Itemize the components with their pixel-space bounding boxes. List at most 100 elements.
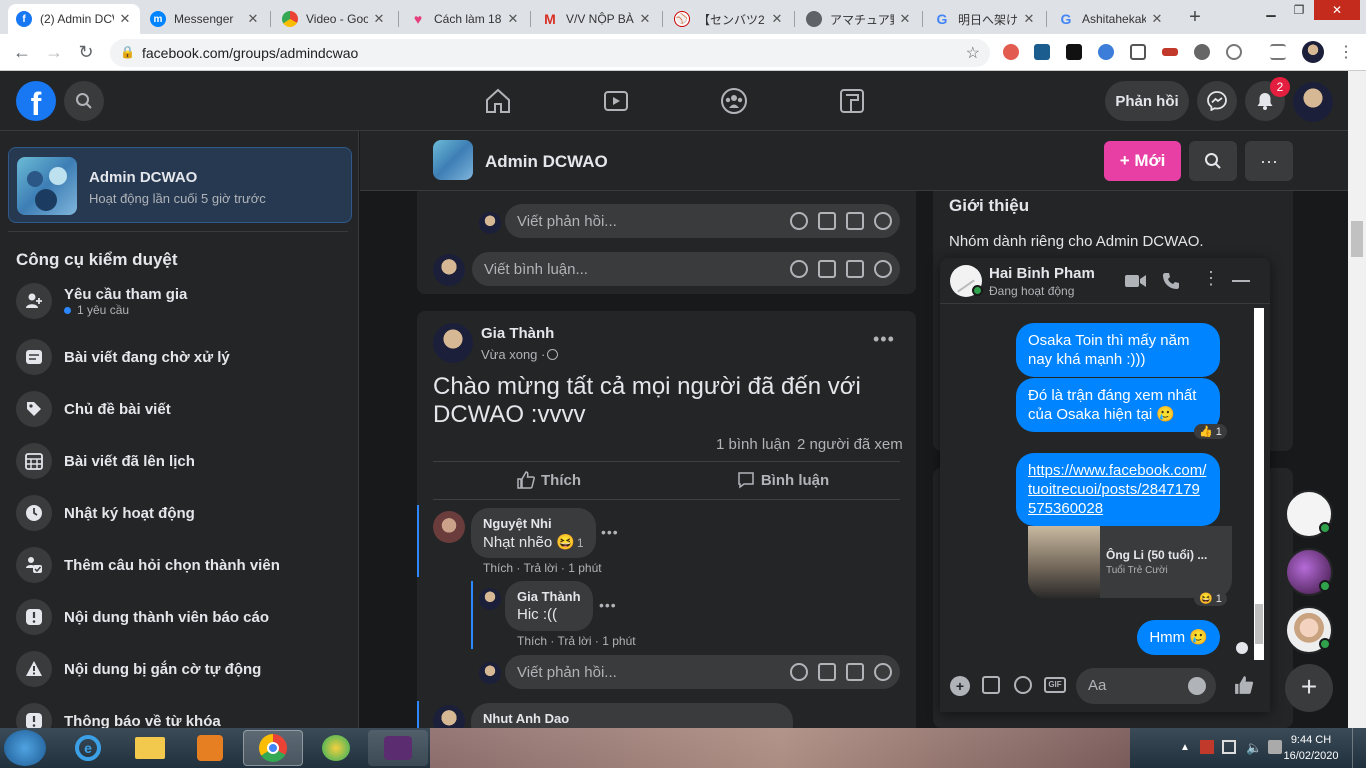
extension-icon[interactable] [1226, 44, 1242, 60]
comment-button[interactable]: Bình luận [667, 463, 899, 497]
comment-count[interactable]: 1 bình luận [716, 436, 790, 453]
group-title[interactable]: Admin DCWAO [485, 152, 608, 172]
close-tab-icon[interactable]: ✕ [246, 11, 260, 27]
reading-list-icon[interactable] [1270, 44, 1286, 60]
sidebar-item-member-reported[interactable]: Nội dung thành viên báo cáo [16, 597, 346, 637]
emoji-icon[interactable] [1188, 677, 1206, 695]
extension-icon[interactable] [1003, 44, 1019, 60]
sidebar-item-join-requests[interactable]: Yêu cầu tham gia 1 yêu cầu [16, 281, 346, 321]
group-search-button[interactable] [1189, 141, 1237, 181]
new-tab-button[interactable]: + [1184, 6, 1206, 28]
extension-icon[interactable] [1130, 44, 1146, 60]
groups-icon[interactable] [720, 87, 748, 115]
commenter-name[interactable]: Gia Thành [517, 589, 581, 604]
comment-actions[interactable]: Thích · Trả lời · 1 phút [517, 634, 636, 648]
facebook-logo[interactable]: f [16, 81, 56, 121]
close-tab-icon[interactable]: ✕ [1022, 11, 1036, 27]
tab-amateur[interactable]: アマチュア野 ✕ [798, 4, 920, 34]
tab-senbatsu[interactable]: ⚾ 【センバツ2 ✕ [666, 4, 792, 34]
chat-scrollbar[interactable] [1254, 308, 1264, 660]
group-avatar[interactable] [433, 140, 473, 180]
tray-flag-icon[interactable] [1222, 740, 1236, 754]
reply-input[interactable]: Viết phản hồi... [505, 204, 900, 238]
sidebar-item-pending-posts[interactable]: Bài viết đang chờ xử lý [16, 337, 346, 377]
comment-options-button[interactable]: ••• [599, 597, 617, 613]
tab-google-ashitahe[interactable]: G 明日へ架け ✕ [926, 4, 1044, 34]
tab-cach-lam[interactable]: ♥ Cách làm 18 ✕ [402, 4, 528, 34]
search-button[interactable] [64, 81, 104, 121]
show-desktop-button[interactable] [1352, 728, 1366, 768]
post-author[interactable]: Gia Thành [481, 325, 554, 342]
author-avatar[interactable] [433, 323, 473, 363]
tray-network-icon[interactable] [1200, 740, 1214, 754]
chat-link-message[interactable]: https://www.facebook.com/tuoitrecuoi/pos… [1016, 453, 1220, 526]
message-reaction[interactable]: 😆 1 [1194, 591, 1227, 606]
phone-call-icon[interactable] [1162, 272, 1180, 290]
post-options-button[interactable]: ••• [873, 329, 895, 350]
extension-icon[interactable] [1034, 44, 1050, 60]
bookmark-star-icon[interactable]: ☆ [966, 43, 980, 63]
close-tab-icon[interactable]: ✕ [638, 11, 652, 27]
tab-gmail[interactable]: M V/V NỘP BÀI ✕ [534, 4, 660, 34]
close-tab-icon[interactable]: ✕ [898, 11, 912, 27]
close-tab-icon[interactable]: ✕ [1150, 11, 1164, 27]
reload-button[interactable]: ↻ [74, 40, 98, 64]
sidebar-item-post-topics[interactable]: Chủ đề bài viết [16, 389, 346, 429]
page-scrollbar-thumb[interactable] [1351, 221, 1363, 257]
extension-icon[interactable] [1066, 44, 1082, 60]
sidebar-item-member-questions[interactable]: Thêm câu hỏi chọn thành viên [16, 545, 346, 585]
forward-button[interactable]: → [42, 40, 66, 64]
commenter-avatar[interactable] [479, 588, 501, 610]
tray-expand-icon[interactable]: ▲ [1180, 742, 1190, 753]
minimize-window-button[interactable]: ▁ [1258, 0, 1284, 20]
start-button[interactable] [4, 730, 46, 766]
restore-window-button[interactable]: ❐ [1286, 0, 1312, 20]
commenter-avatar[interactable] [433, 511, 465, 543]
url-text[interactable]: facebook.com/groups/admindcwao [142, 45, 358, 61]
taskbar-ie-icon[interactable]: e [58, 730, 118, 766]
photo-icon[interactable] [982, 676, 1000, 694]
profile-avatar[interactable] [1293, 82, 1333, 122]
like-button[interactable]: Thích [433, 463, 665, 497]
view-count[interactable]: 2 người đã xem [797, 436, 903, 453]
comment-actions[interactable]: Thích · Trả lời · 1 phút [483, 561, 602, 575]
extension-icon[interactable] [1162, 48, 1178, 56]
commenter-name[interactable]: Nguyệt Nhi [483, 516, 584, 531]
group-name[interactable]: Admin DCWAO [89, 169, 197, 186]
clock-date[interactable]: 16/02/2020 [1279, 750, 1343, 762]
more-options-button[interactable]: ··· [1245, 141, 1293, 181]
extension-icon[interactable] [1194, 44, 1210, 60]
new-button[interactable]: + Mới [1104, 141, 1181, 181]
reply-input[interactable]: Viết phản hồi... [505, 655, 900, 689]
link-preview-card[interactable]: Ông Li (50 tuổi) ... Tuổi Trẻ Cười [1028, 526, 1232, 598]
close-tab-icon[interactable]: ✕ [506, 11, 520, 27]
chat-contact-name[interactable]: Hai Binh Pham [989, 265, 1095, 282]
minimize-chat-button[interactable] [1232, 280, 1250, 282]
messenger-button[interactable] [1197, 81, 1237, 121]
page-scrollbar[interactable] [1348, 71, 1366, 728]
feedback-button[interactable]: Phản hồi [1105, 81, 1189, 121]
close-tab-icon[interactable]: ✕ [118, 11, 132, 27]
comment-options-button[interactable]: ••• [601, 524, 619, 540]
gif-icon[interactable]: GIF [1044, 677, 1066, 693]
sidebar-item-auto-flagged[interactable]: Nội dung bị gắn cờ tự động [16, 649, 346, 689]
profile-avatar[interactable] [1302, 41, 1324, 63]
close-window-button[interactable]: ✕ [1314, 0, 1360, 20]
sidebar-item-activity-log[interactable]: Nhật ký hoạt động [16, 493, 346, 533]
sidebar-item-scheduled-posts[interactable]: Bài viết đã lên lịch [16, 441, 346, 481]
chrome-menu-icon[interactable]: ⋮ [1338, 42, 1354, 62]
sticker-icon[interactable] [1014, 676, 1032, 694]
tab-messenger[interactable]: m Messenger ✕ [142, 4, 268, 34]
chat-scrollbar-thumb[interactable] [1255, 604, 1263, 644]
home-icon[interactable] [484, 87, 512, 115]
commenter-name[interactable]: Nhut Anh Dao [483, 711, 781, 726]
message-reaction[interactable]: 👍 1 [1194, 424, 1227, 439]
message-input[interactable]: Aa [1076, 668, 1216, 704]
close-tab-icon[interactable]: ✕ [770, 11, 784, 27]
sidebar-item-keyword-alerts[interactable]: Thông báo về từ khóa [16, 701, 346, 728]
gaming-icon[interactable] [838, 87, 866, 115]
tab-video[interactable]: Video - Google Drive ✕ [274, 4, 394, 34]
new-message-button[interactable]: + [1285, 664, 1333, 712]
tray-volume-icon[interactable]: 🔈 [1246, 740, 1262, 756]
comment-input[interactable]: Viết bình luận... [472, 252, 900, 286]
